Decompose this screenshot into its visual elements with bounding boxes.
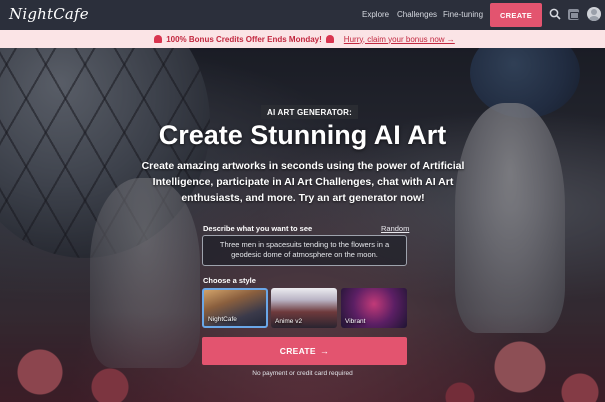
promo-text: 100% Bonus Credits Offer Ends Monday! (166, 34, 322, 44)
promo-banner: 100% Bonus Credits Offer Ends Monday! Hu… (0, 30, 605, 48)
bell-icon (154, 35, 163, 43)
nav-link-fine-tuning[interactable]: Fine-tuning (443, 10, 483, 19)
style-option-anime-v2[interactable]: Anime v2 (271, 288, 337, 328)
hero-badge: AI ART GENERATOR: (261, 105, 359, 119)
nav-link-challenges[interactable]: Challenges (397, 10, 437, 19)
logo[interactable]: NightCafe (9, 5, 89, 23)
prompt-label: Describe what you want to see (203, 224, 313, 233)
search-icon[interactable] (549, 8, 561, 20)
payment-note: No payment or credit card required (252, 370, 353, 377)
style-name: Vibrant (345, 318, 366, 325)
prompt-input[interactable]: Three men in spacesuits tending to the f… (202, 235, 407, 266)
style-name: NightCafe (208, 316, 237, 323)
style-label: Choose a style (203, 276, 256, 285)
hero-subtitle: Create amazing artworks in seconds using… (141, 160, 465, 204)
create-button[interactable]: CREATE → (202, 337, 407, 365)
style-name: Anime v2 (275, 318, 303, 325)
gallery-icon[interactable] (568, 9, 579, 20)
avatar[interactable] (587, 7, 601, 21)
bell-icon (325, 35, 334, 43)
top-nav: NightCafe Explore Challenges Fine-tuning… (0, 0, 605, 30)
promo-link[interactable]: Hurry, claim your bonus now → (344, 35, 455, 44)
nav-create-button[interactable]: CREATE (490, 3, 542, 27)
create-button-label: CREATE (279, 346, 316, 356)
random-prompt-link[interactable]: Random (381, 224, 409, 233)
nav-link-explore[interactable]: Explore (362, 10, 389, 19)
hero-title: Create Stunning AI Art (158, 120, 447, 150)
style-option-vibrant[interactable]: Vibrant (341, 288, 407, 328)
style-option-nightcafe[interactable]: NightCafe (202, 288, 268, 328)
arrow-right-icon: → (319, 346, 330, 356)
